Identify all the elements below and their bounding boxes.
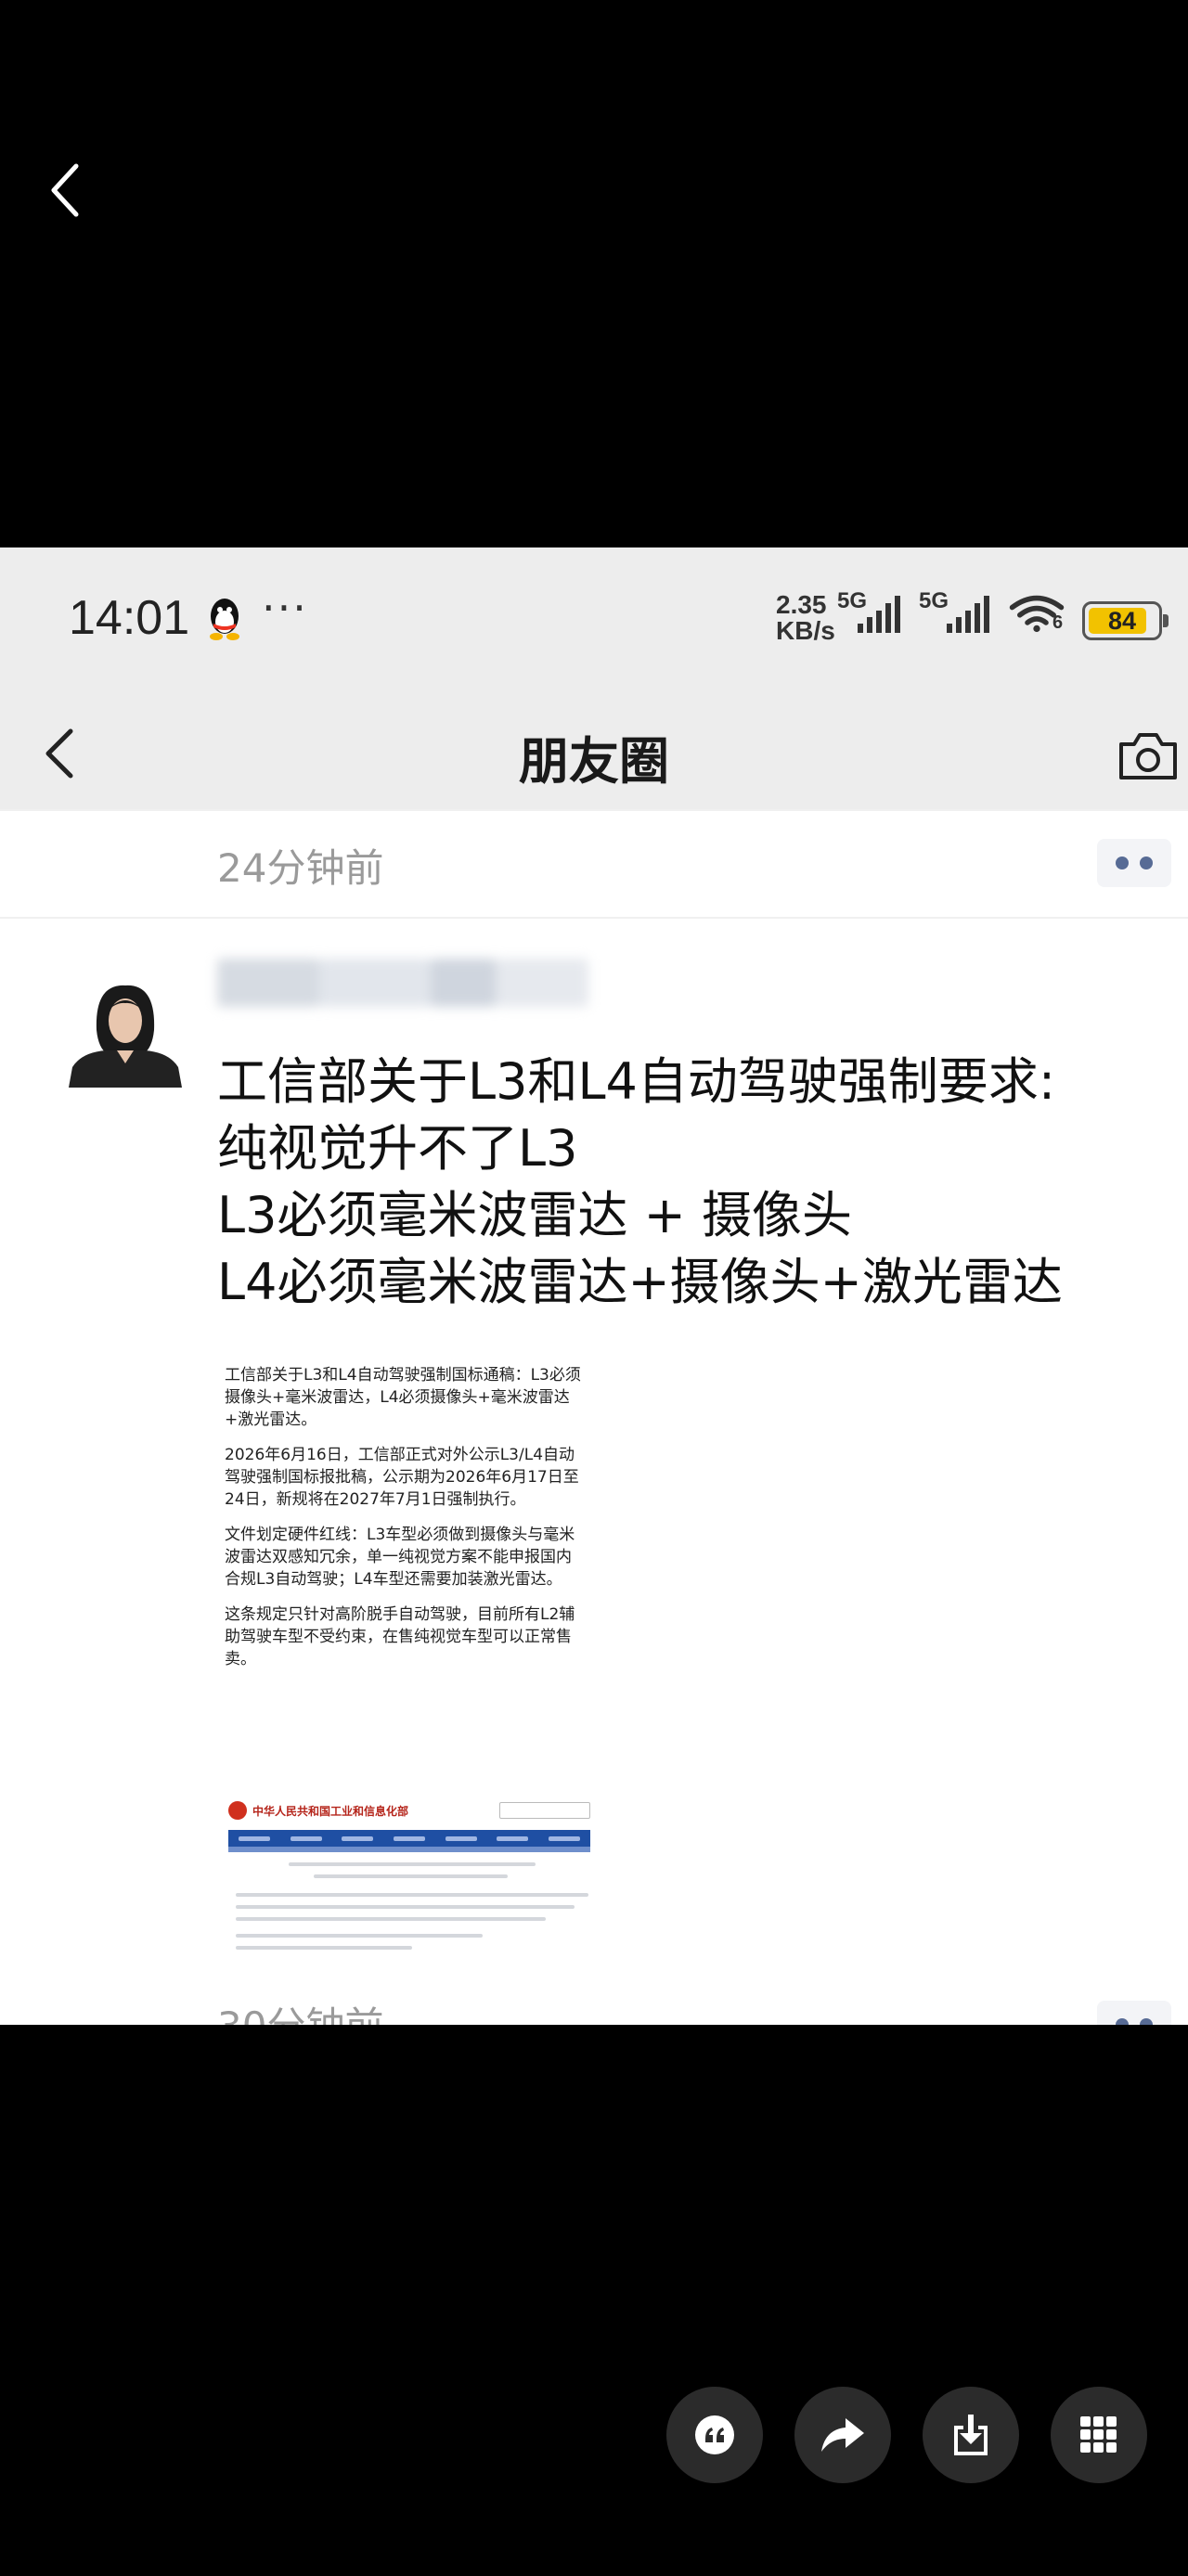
image-paragraph: 2026年6月16日，工信部正式对外公示L3/L4自动驾驶强制国标报批稿，公示期… — [225, 1446, 579, 1509]
download-icon — [954, 2415, 988, 2455]
post-text: 工信部关于L3和L4自动驾驶强制要求: 纯视觉升不了L3 L3必须毫米波雷达 +… — [217, 1049, 1164, 1316]
next-post-time: 30分钟前 — [217, 1995, 383, 2025]
status-time: 14:01 — [69, 591, 190, 645]
sim2-label: 5G — [919, 588, 949, 613]
gov-site-header: 中华人民共和国工业和信息化部 — [228, 1797, 590, 1824]
gov-site-title: 中华人民共和国工业和信息化部 — [252, 1804, 409, 1818]
chevron-left-icon — [51, 163, 79, 217]
screenshot: 14:01 ··· 2.35 KB/s 5G 5G 6 84 朋友圈 24分钟前… — [0, 547, 1188, 2025]
battery-indicator: 84 — [1082, 601, 1169, 640]
network-speed-unit: KB/s — [776, 616, 835, 645]
image-paragraph: 文件划定硬件红线：L3车型必须做到摄像头与毫米波雷达双感知冗余，单一纯视觉方案不… — [225, 1526, 575, 1589]
national-emblem-icon — [228, 1801, 247, 1820]
gov-search-box — [499, 1802, 590, 1819]
post-text-line: L3必须毫米波雷达 + 摄像头 — [217, 1186, 853, 1244]
next-post-more-button[interactable] — [1097, 2001, 1171, 2025]
nav-bar: 朋友圈 — [0, 696, 1188, 809]
divider — [0, 809, 1188, 811]
battery-level: 84 — [1107, 607, 1137, 635]
more-actions-button[interactable] — [1051, 2387, 1147, 2483]
page-title: 朋友圈 — [519, 732, 669, 791]
avatar[interactable] — [69, 974, 182, 1088]
gov-nav-bar — [228, 1830, 590, 1847]
divider — [0, 917, 1188, 919]
share-icon — [821, 2418, 864, 2452]
network-speed: 2.35 KB/s — [776, 592, 835, 644]
network-speed-value: 2.35 — [776, 590, 827, 619]
qq-icon — [210, 599, 239, 640]
image-paragraph: 这条规定只针对高阶脱手自动驾驶，目前所有L2辅助驾驶车型不受约束，在售纯视觉车型… — [225, 1605, 575, 1668]
share-button[interactable] — [794, 2387, 891, 2483]
download-button[interactable] — [923, 2387, 1019, 2483]
post-image[interactable]: 工信部关于L3和L4自动驾驶强制国标通稿：L3必须摄像头+毫米波雷达，L4必须摄… — [217, 1357, 600, 1958]
status-bar: 14:01 ··· 2.35 KB/s 5G 5G 6 84 — [0, 547, 1188, 696]
more-notifications-indicator: ··· — [262, 583, 308, 633]
post-text-line: 纯视觉升不了L3 — [217, 1119, 578, 1178]
signal-bars-icon — [858, 596, 900, 633]
grid-icon — [1080, 2416, 1117, 2453]
gov-page-text-placeholder — [236, 1862, 588, 1958]
prev-post-time: 24分钟前 — [217, 845, 384, 891]
image-paragraph: 工信部关于L3和L4自动驾驶强制国标通稿：L3必须摄像头+毫米波雷达，L4必须摄… — [225, 1366, 581, 1429]
prev-post-more-button[interactable] — [1097, 839, 1171, 887]
signal-bars-icon — [947, 596, 989, 633]
battery-tip — [1163, 614, 1169, 627]
viewer-back-button[interactable] — [37, 153, 93, 227]
wifi-label: 6 — [1052, 612, 1064, 633]
quote-button[interactable] — [666, 2387, 763, 2483]
avatar-photo — [69, 974, 182, 1088]
username-redacted — [217, 949, 592, 1016]
quote-icon — [695, 2415, 734, 2454]
camera-icon[interactable] — [1116, 729, 1181, 783]
gov-nav-band — [228, 1847, 590, 1852]
post-text-line: 工信部关于L3和L4自动驾驶强制要求: — [217, 1052, 1056, 1111]
post-text-line: L4必须毫米波雷达+摄像头+激光雷达 — [217, 1253, 1063, 1311]
